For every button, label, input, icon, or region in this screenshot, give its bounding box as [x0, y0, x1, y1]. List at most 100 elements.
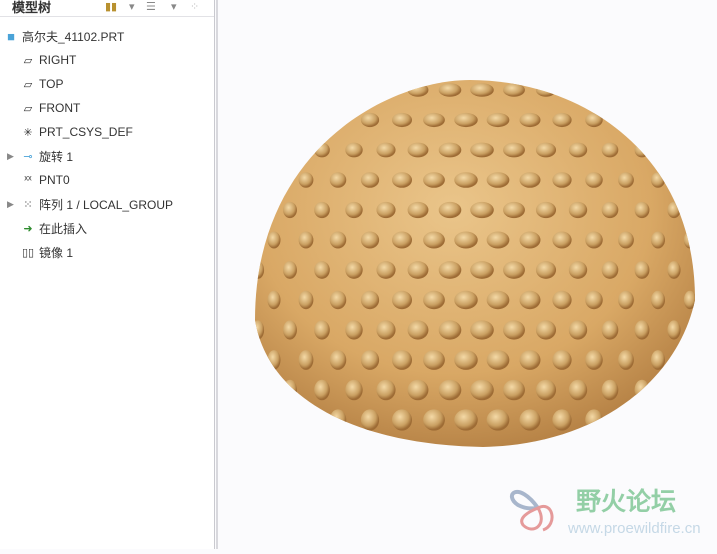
dimple — [470, 379, 494, 401]
dimple — [535, 379, 557, 401]
part-icon: ■ — [7, 28, 15, 44]
dimple — [667, 201, 681, 219]
dimple — [552, 231, 572, 249]
dimple — [650, 112, 666, 128]
dimple — [568, 142, 588, 158]
mirror-icon: ▯▯ — [21, 246, 35, 259]
dimple — [438, 83, 462, 97]
dimple — [423, 112, 445, 128]
tree-item[interactable]: ✳ PRT_CSYS_DEF — [20, 122, 132, 142]
dimple — [634, 261, 650, 279]
dimple — [329, 409, 347, 431]
dimple — [360, 172, 380, 188]
tree-item[interactable]: ▯▯ 镜像 1 — [20, 242, 73, 262]
dimple — [345, 261, 363, 279]
datum-plane-icon: ▱ — [23, 78, 33, 91]
dimple — [585, 172, 603, 188]
dimple — [535, 83, 557, 97]
dimple — [486, 112, 510, 128]
dimple — [634, 201, 650, 219]
dimple — [519, 112, 541, 128]
dimple — [407, 83, 429, 97]
tree-item[interactable]: ˣˣ PNT0 — [20, 170, 69, 190]
tree-item[interactable]: ▶ ⁙ 阵列 1 / LOCAL_GROUP — [7, 194, 173, 214]
dimple — [255, 83, 265, 97]
dimple — [454, 112, 478, 128]
dimple — [267, 350, 281, 370]
dimple — [283, 379, 297, 401]
dimple — [568, 83, 588, 97]
dimple — [683, 231, 695, 249]
dimple — [618, 172, 634, 188]
dimple — [255, 379, 265, 401]
dimple — [423, 409, 445, 431]
dimple — [376, 261, 396, 279]
dimple — [391, 231, 413, 249]
dimple — [585, 112, 603, 128]
model-tree-header: 模型树 ▮▮ ▾ ☰ ▾ ⁘ — [0, 0, 214, 17]
chevron-down-icon[interactable]: ▾ — [129, 0, 135, 13]
expand-arrow-icon[interactable]: ▶ — [7, 151, 14, 162]
settings-icon[interactable]: ▮▮ — [105, 0, 117, 13]
tree-item[interactable]: ▱ FRONT — [20, 98, 81, 118]
dimple — [535, 261, 557, 279]
dimple — [519, 231, 541, 249]
dimple — [438, 142, 462, 158]
dimple — [454, 172, 478, 188]
dimple — [454, 231, 478, 249]
hide-icon[interactable]: ⁘ — [190, 0, 199, 13]
dimple — [376, 201, 396, 219]
dimple — [683, 112, 695, 128]
dimple — [618, 290, 634, 310]
show-list-icon[interactable]: ☰ — [146, 0, 156, 13]
expand-arrow-icon[interactable]: ▶ — [7, 199, 14, 210]
tree-item-label: FRONT — [39, 101, 81, 115]
dimple — [407, 379, 429, 401]
dimple — [360, 112, 380, 128]
tree-item[interactable]: ➜ 在此插入 — [20, 218, 87, 238]
dimple — [585, 231, 603, 249]
dimple — [535, 320, 557, 340]
dimple — [650, 350, 666, 370]
dimple — [486, 172, 510, 188]
dimple — [503, 320, 525, 340]
tree-item[interactable]: ▱ TOP — [20, 74, 64, 94]
dimple — [454, 290, 478, 310]
dimple — [329, 231, 347, 249]
dimple — [552, 112, 572, 128]
dimple — [486, 290, 510, 310]
graphics-viewport[interactable] — [218, 0, 717, 549]
dimple — [345, 379, 363, 401]
dimple — [407, 201, 429, 219]
dimple — [255, 142, 265, 158]
dimple — [568, 261, 588, 279]
dimple — [503, 261, 525, 279]
dimple — [634, 320, 650, 340]
tree-item[interactable]: ▶ ⊸ 旋转 1 — [7, 146, 73, 166]
dimple — [283, 261, 297, 279]
tree-item[interactable]: ▱ RIGHT — [20, 50, 77, 70]
tree-root[interactable]: ■ 高尔夫_41102.PRT — [3, 26, 124, 46]
dimple — [423, 290, 445, 310]
tree-item-label: RIGHT — [39, 53, 77, 67]
datum-point-icon: ˣˣ — [24, 174, 32, 186]
dimple — [298, 350, 314, 370]
dimple — [314, 83, 330, 97]
dimple — [391, 290, 413, 310]
tree-item-label: 在此插入 — [39, 221, 88, 236]
dimple — [601, 83, 619, 97]
dimple — [391, 409, 413, 431]
dimple — [503, 201, 525, 219]
dimple — [438, 320, 462, 340]
dimple — [667, 83, 681, 97]
dimple — [391, 350, 413, 370]
dimple — [667, 261, 681, 279]
dimple — [423, 231, 445, 249]
dimple — [407, 142, 429, 158]
dimple — [618, 112, 634, 128]
dimple — [376, 83, 396, 97]
dimple — [667, 320, 681, 340]
dimple — [568, 320, 588, 340]
dimple — [486, 350, 510, 370]
chevron-down-icon[interactable]: ▾ — [171, 0, 177, 13]
